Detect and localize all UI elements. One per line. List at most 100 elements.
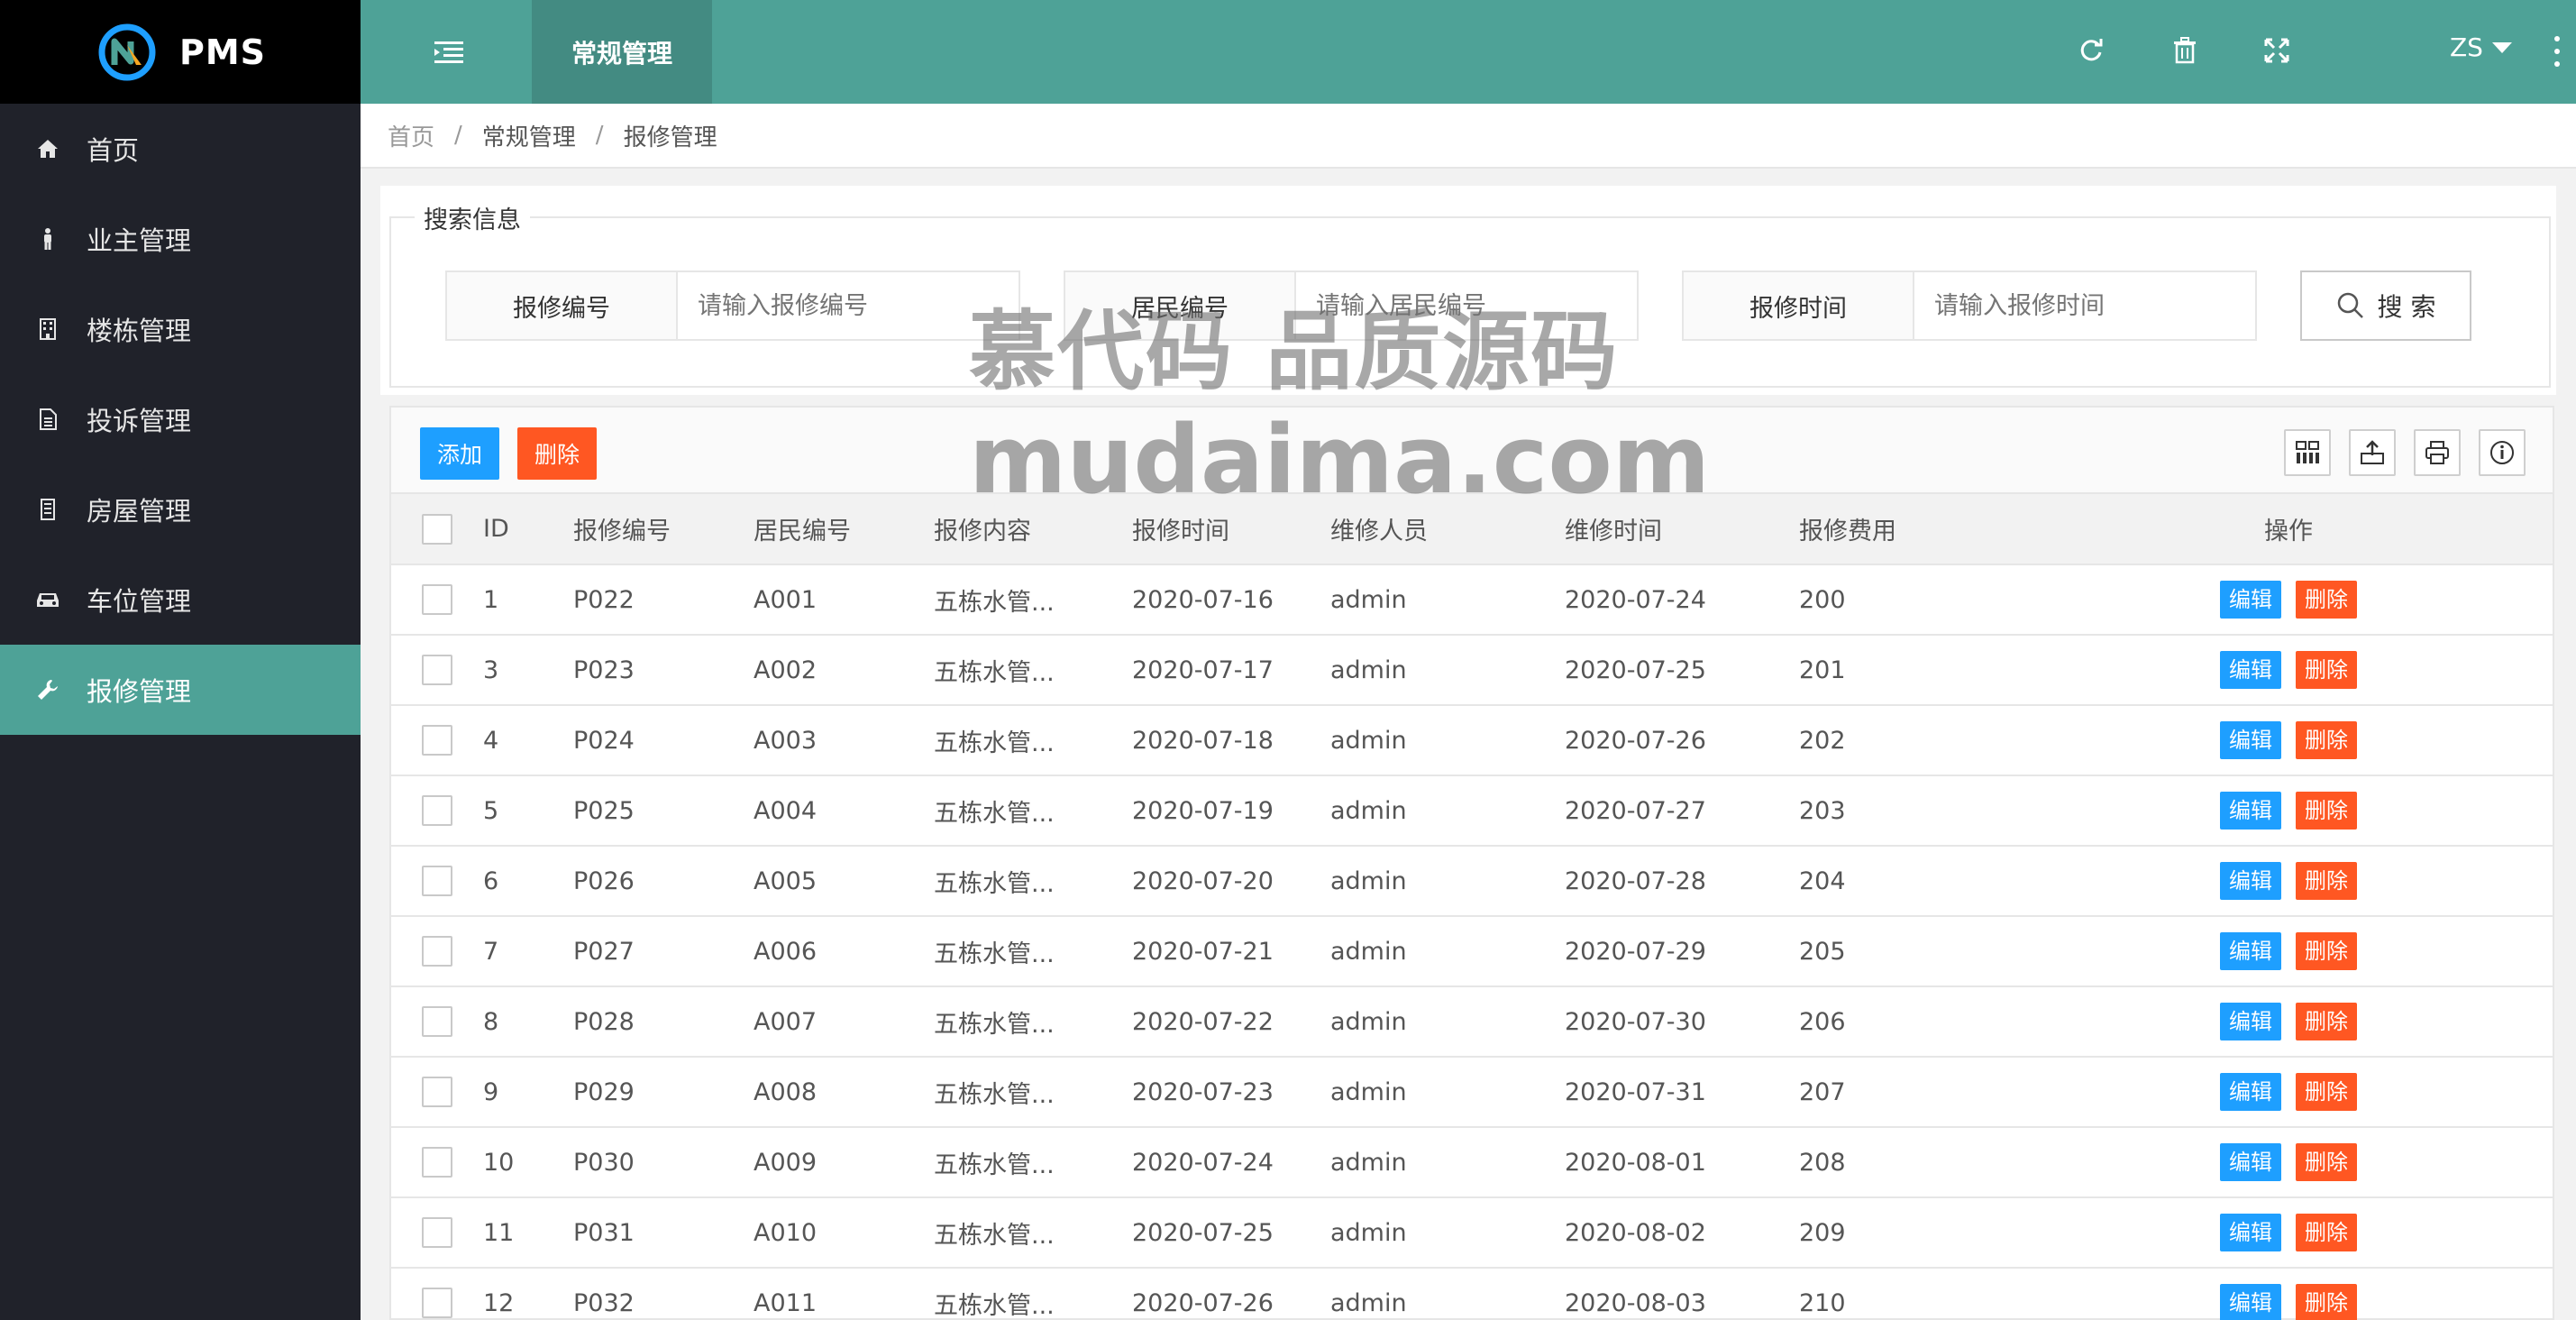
logo-bar[interactable]: PMS <box>0 0 361 104</box>
table-row[interactable]: 10 P030 A009 五栋水管... 2020-07-24 admin 2020-08-… <box>391 1127 2553 1198</box>
row-checkbox[interactable] <box>422 1288 452 1318</box>
cell-resident-no: A004 <box>754 775 934 847</box>
cell-resident-no: A010 <box>754 1197 934 1269</box>
sidebar-item-5[interactable]: 车位管理 <box>0 555 361 645</box>
sidebar-item-0[interactable]: 首页 <box>0 104 361 194</box>
breadcrumb-home[interactable]: 首页 <box>388 119 434 152</box>
fullscreen-icon[interactable] <box>2261 34 2293 67</box>
sidebar-item-2[interactable]: 楼栋管理 <box>0 284 361 374</box>
cell-actions: 编辑 删除 <box>2024 1197 2553 1269</box>
row-checkbox[interactable] <box>422 866 452 896</box>
row-delete-button[interactable]: 删除 <box>2296 581 2357 619</box>
sidebar-item-1[interactable]: 业主管理 <box>0 194 361 284</box>
row-delete-button[interactable]: 删除 <box>2296 651 2357 689</box>
export-icon[interactable] <box>2349 429 2396 476</box>
row-checkbox[interactable] <box>422 725 452 756</box>
batch-delete-button[interactable]: 删除 <box>517 427 597 480</box>
edit-button[interactable]: 编辑 <box>2220 1214 2281 1251</box>
row-checkbox[interactable] <box>422 1077 452 1107</box>
row-delete-button[interactable]: 删除 <box>2296 1284 2357 1320</box>
resident-no-input[interactable] <box>1296 272 1637 339</box>
table-row[interactable]: 4 P024 A003 五栋水管... 2020-07-18 admin 2020-07-2… <box>391 705 2553 776</box>
edit-button[interactable]: 编辑 <box>2220 932 2281 970</box>
menu-fold-icon[interactable] <box>433 36 465 69</box>
table-row[interactable]: 9 P029 A008 五栋水管... 2020-07-23 admin 2020-07-3… <box>391 1057 2553 1128</box>
cell-resident-no: A008 <box>754 1057 934 1128</box>
col-header-repair-time[interactable]: 报修时间 <box>1132 494 1330 565</box>
col-header-repair-content[interactable]: 报修内容 <box>934 494 1132 565</box>
cell-repair-no: P025 <box>573 775 754 847</box>
trash-icon[interactable] <box>2169 34 2201 67</box>
cell-resident-no: A005 <box>754 846 934 917</box>
cell-id: 1 <box>483 564 573 636</box>
add-button[interactable]: 添加 <box>420 427 499 480</box>
edit-button[interactable]: 编辑 <box>2220 792 2281 830</box>
row-checkbox[interactable] <box>422 1217 452 1248</box>
user-menu[interactable]: ZS <box>2450 32 2512 62</box>
print-icon[interactable] <box>2414 429 2461 476</box>
col-header-repair-fee[interactable]: 报修费用 <box>1799 494 2024 565</box>
cell-repair-no: P023 <box>573 635 754 706</box>
edit-button[interactable]: 编辑 <box>2220 651 2281 689</box>
sidebar-item-4[interactable]: 房屋管理 <box>0 464 361 555</box>
edit-button[interactable]: 编辑 <box>2220 1073 2281 1111</box>
cell-repair-fee: 209 <box>1799 1197 2024 1269</box>
columns-icon[interactable] <box>2284 429 2331 476</box>
row-checkbox[interactable] <box>422 584 452 615</box>
repair-no-field-group: 报修编号 <box>445 270 1020 341</box>
table-row[interactable]: 6 P026 A005 五栋水管... 2020-07-20 admin 2020-07-2… <box>391 846 2553 917</box>
edit-button[interactable]: 编辑 <box>2220 581 2281 619</box>
col-header-fix-time[interactable]: 维修时间 <box>1565 494 1799 565</box>
breadcrumb-section[interactable]: 常规管理 <box>482 119 576 152</box>
col-header-id[interactable]: ID <box>483 494 573 565</box>
edit-button[interactable]: 编辑 <box>2220 1003 2281 1040</box>
table-row[interactable]: 11 P031 A010 五栋水管... 2020-07-25 admin 2020-08-… <box>391 1197 2553 1269</box>
info-icon[interactable] <box>2479 429 2526 476</box>
row-checkbox[interactable] <box>422 655 452 685</box>
logo-icon <box>98 23 156 80</box>
refresh-icon[interactable] <box>2075 34 2107 67</box>
row-delete-button[interactable]: 删除 <box>2296 1143 2357 1181</box>
row-delete-button[interactable]: 删除 <box>2296 1073 2357 1111</box>
col-header-repair-no[interactable]: 报修编号 <box>573 494 754 565</box>
row-checkbox[interactable] <box>422 1006 452 1037</box>
sidebar-item-3[interactable]: 投诉管理 <box>0 374 361 464</box>
row-delete-button[interactable]: 删除 <box>2296 721 2357 759</box>
wrench-icon <box>34 676 61 703</box>
cell-repair-time: 2020-07-16 <box>1132 564 1330 636</box>
edit-button[interactable]: 编辑 <box>2220 1143 2281 1181</box>
row-delete-button[interactable]: 删除 <box>2296 862 2357 900</box>
repair-no-input[interactable] <box>678 272 1019 339</box>
cell-actions: 编辑 删除 <box>2024 635 2553 706</box>
row-delete-button[interactable]: 删除 <box>2296 1003 2357 1040</box>
more-vertical-icon[interactable] <box>2553 36 2562 67</box>
row-checkbox[interactable] <box>422 936 452 967</box>
cell-fix-time: 2020-07-28 <box>1565 846 1799 917</box>
cell-id: 7 <box>483 916 573 987</box>
row-delete-button[interactable]: 删除 <box>2296 792 2357 830</box>
table-row[interactable]: 7 P027 A006 五栋水管... 2020-07-21 admin 2020-07-2… <box>391 916 2553 987</box>
tab-general-management[interactable]: 常规管理 <box>532 0 712 104</box>
cell-repair-no: P027 <box>573 916 754 987</box>
search-button[interactable]: 搜 索 <box>2300 270 2471 341</box>
row-delete-button[interactable]: 删除 <box>2296 1214 2357 1251</box>
table-row[interactable]: 1 P022 A001 五栋水管... 2020-07-16 admin 2020-07-2… <box>391 564 2553 636</box>
cell-fix-time: 2020-07-29 <box>1565 916 1799 987</box>
table-row[interactable]: 12 P032 A011 五栋水管... 2020-07-26 admin 2020-08-… <box>391 1268 2553 1320</box>
row-checkbox[interactable] <box>422 795 452 826</box>
cell-resident-no: A011 <box>754 1268 934 1320</box>
edit-button[interactable]: 编辑 <box>2220 862 2281 900</box>
table-row[interactable]: 8 P028 A007 五栋水管... 2020-07-22 admin 2020-07-3… <box>391 986 2553 1058</box>
select-all-checkbox[interactable] <box>422 513 452 545</box>
col-header-resident-no[interactable]: 居民编号 <box>754 494 934 565</box>
row-checkbox[interactable] <box>422 1147 452 1178</box>
row-delete-button[interactable]: 删除 <box>2296 932 2357 970</box>
row-select-cell <box>391 1127 483 1198</box>
table-row[interactable]: 5 P025 A004 五栋水管... 2020-07-19 admin 2020-07-2… <box>391 775 2553 847</box>
sidebar-item-6[interactable]: 报修管理 <box>0 645 361 735</box>
table-row[interactable]: 3 P023 A002 五栋水管... 2020-07-17 admin 2020-07-2… <box>391 635 2553 706</box>
edit-button[interactable]: 编辑 <box>2220 721 2281 759</box>
repair-time-input[interactable] <box>1914 272 2255 339</box>
edit-button[interactable]: 编辑 <box>2220 1284 2281 1320</box>
col-header-repair-staff[interactable]: 维修人员 <box>1330 494 1565 565</box>
